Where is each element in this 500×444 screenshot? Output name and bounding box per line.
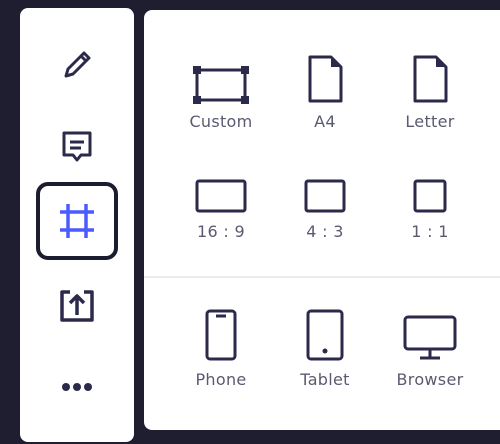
frame-option-label: Tablet	[300, 370, 350, 389]
frame-option-phone[interactable]: Phone	[171, 308, 271, 389]
frame-option-label: 16 : 9	[197, 222, 245, 241]
frame-option-1-1[interactable]: 1 : 1	[380, 160, 480, 241]
frame-tool-button[interactable]	[20, 178, 134, 264]
tablet-icon	[306, 309, 344, 361]
frame-option-4-3[interactable]: 4 : 3	[275, 160, 375, 241]
comment-tool-button[interactable]	[20, 112, 134, 182]
document-icon	[308, 55, 343, 103]
frame-option-16-9[interactable]: 16 : 9	[171, 160, 271, 241]
active-tool-highlight	[36, 182, 118, 260]
monitor-icon	[403, 315, 457, 360]
comment-icon	[62, 131, 92, 162]
window-background-edge	[0, 0, 20, 444]
pencil-icon	[64, 51, 91, 78]
upload-icon	[60, 290, 94, 322]
frame-option-label: Browser	[396, 370, 464, 389]
left-toolbar	[20, 8, 134, 442]
frame-option-custom[interactable]: Custom	[171, 50, 271, 131]
wide-rect-icon	[195, 179, 247, 213]
frame-option-label: 1 : 1	[411, 222, 449, 241]
custom-frame-icon	[193, 66, 249, 104]
frame-option-label: Custom	[189, 112, 253, 131]
phone-icon	[205, 309, 237, 361]
square-icon	[413, 179, 447, 213]
more-tools-button[interactable]	[20, 352, 134, 422]
frame-option-label: 4 : 3	[306, 222, 344, 241]
frame-option-browser[interactable]: Browser	[380, 308, 480, 389]
frame-option-label: A4	[314, 112, 336, 131]
more-icon	[62, 383, 92, 391]
rect-icon	[304, 179, 346, 213]
frame-option-label: Phone	[195, 370, 247, 389]
document-icon	[413, 55, 448, 103]
pencil-tool-button[interactable]	[20, 30, 134, 100]
frame-icon	[60, 204, 94, 238]
frame-option-tablet[interactable]: Tablet	[275, 308, 375, 389]
frames-panel: Custom A4 Letter 16 : 9 4: 3 1: 1 Phon…	[144, 10, 500, 430]
upload-tool-button[interactable]	[20, 270, 134, 340]
frame-option-a4[interactable]: A4	[275, 50, 375, 131]
section-divider	[144, 276, 500, 278]
frame-option-letter[interactable]: Letter	[380, 50, 480, 131]
frame-option-label: Letter	[405, 112, 455, 131]
